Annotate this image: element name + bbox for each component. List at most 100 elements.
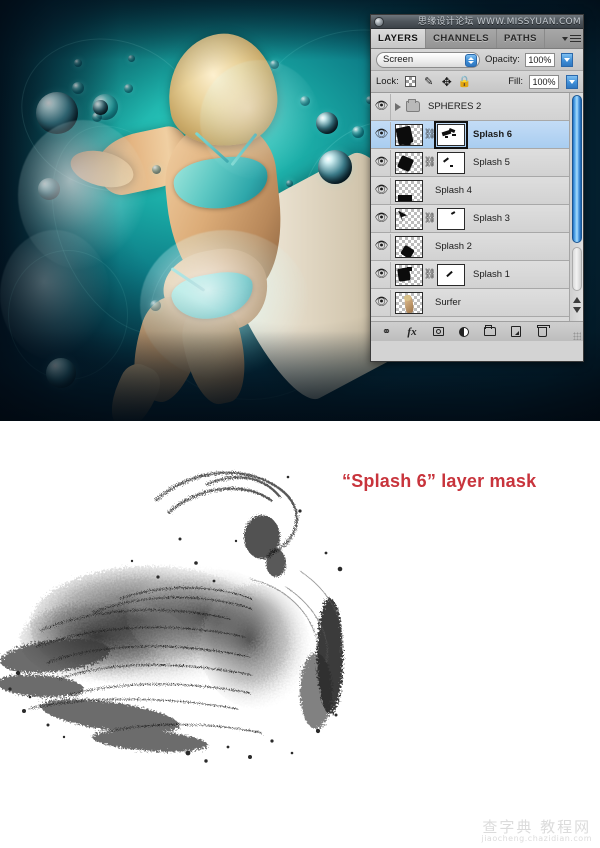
panel-footer-toolbar[interactable]: ⚭ fx xyxy=(371,321,583,341)
lock-transparency-icon[interactable] xyxy=(405,76,417,88)
layer-mask-thumbnail[interactable] xyxy=(437,151,465,174)
visibility-toggle-icon[interactable]: 👁 xyxy=(373,261,391,288)
add-layer-mask-icon[interactable] xyxy=(431,325,445,339)
visibility-toggle-icon[interactable]: 👁 xyxy=(373,121,391,148)
layer-row-splash-4[interactable]: 👁 Splash 4 xyxy=(371,177,583,205)
watermark-bottom-url: jiaocheng.chazidian.com xyxy=(481,834,592,844)
link-mask-icon[interactable]: ⛓ xyxy=(424,152,437,174)
layer-name[interactable]: SPHERES 2 xyxy=(428,101,481,112)
fill-label: Fill: xyxy=(508,76,523,87)
link-mask-icon[interactable]: ⛓ xyxy=(424,264,437,286)
scroll-down-arrow-icon[interactable] xyxy=(573,307,581,313)
link-mask-icon[interactable]: ⛓ xyxy=(424,208,437,230)
water-splash-overlay xyxy=(200,60,320,180)
layer-name[interactable]: Splash 6 xyxy=(473,129,512,140)
layer-thumbnail[interactable] xyxy=(395,291,423,314)
layer-name[interactable]: Splash 3 xyxy=(473,213,510,224)
lock-label: Lock: xyxy=(376,76,399,87)
layers-list[interactable]: 👁 SPHERES 2 👁 ⛓ Splash 6 👁 ⛓ Splash 5 👁 … xyxy=(371,93,583,321)
opacity-input[interactable]: 100% xyxy=(524,52,555,67)
layer-thumbnail[interactable] xyxy=(395,263,423,286)
layer-name[interactable]: Splash 1 xyxy=(473,269,510,280)
splash-mask-artwork xyxy=(0,441,360,781)
scrollbar-track-lower[interactable] xyxy=(572,247,582,291)
tab-strip-spacer xyxy=(544,29,559,48)
layer-row-splash-1[interactable]: 👁 ⛓ Splash 1 xyxy=(371,261,583,289)
bubble xyxy=(352,126,364,138)
layer-thumbnail[interactable] xyxy=(395,207,423,230)
folder-icon xyxy=(406,99,420,112)
fill-input[interactable]: 100% xyxy=(529,74,559,89)
delete-layer-icon[interactable] xyxy=(535,324,550,339)
scroll-up-arrow-icon[interactable] xyxy=(573,297,581,303)
lock-image-icon[interactable]: ✎ xyxy=(423,76,435,88)
photoshop-layers-panel[interactable]: 思缘设计论坛 WWW.MISSYUAN.COM LAYERS CHANNELS … xyxy=(370,14,584,362)
link-mask-icon[interactable]: ⛓ xyxy=(424,124,437,146)
bubble xyxy=(128,55,135,62)
resize-grip-icon[interactable] xyxy=(573,332,581,340)
bubble xyxy=(124,84,133,93)
layers-scrollbar[interactable] xyxy=(569,93,583,321)
lock-all-icon[interactable]: 🔒 xyxy=(458,76,472,88)
group-expand-arrow-icon[interactable] xyxy=(395,102,401,111)
blend-mode-select[interactable]: Screen xyxy=(376,51,480,68)
panel-tab-strip[interactable]: LAYERS CHANNELS PATHS xyxy=(371,29,583,49)
layer-row-splash-6[interactable]: 👁 ⛓ Splash 6 xyxy=(371,120,583,149)
layer-thumbnail[interactable] xyxy=(395,151,423,174)
blend-mode-value: Screen xyxy=(383,54,414,65)
visibility-toggle-icon[interactable]: 👁 xyxy=(373,93,391,120)
visibility-toggle-icon[interactable]: 👁 xyxy=(373,149,391,176)
layer-name[interactable]: Splash 4 xyxy=(435,185,472,196)
new-layer-icon[interactable] xyxy=(509,325,523,339)
blend-mode-stepper-icon[interactable] xyxy=(465,53,477,67)
lock-row[interactable]: Lock: ✎ ✥ 🔒 Fill: 100% xyxy=(371,71,583,93)
opacity-dropdown-icon[interactable] xyxy=(560,52,573,67)
scrollbar-thumb[interactable] xyxy=(572,95,582,243)
tab-channels[interactable]: CHANNELS xyxy=(426,29,498,48)
layer-mask-illustration-section: “Splash 6” layer mask 查字典 教程网 jiaocheng.… xyxy=(0,421,600,848)
layer-name[interactable]: Splash 5 xyxy=(473,157,510,168)
layer-thumbnail[interactable] xyxy=(395,123,423,146)
hamburger-icon xyxy=(569,33,581,44)
screenshot-root: 思缘设计论坛 WWW.MISSYUAN.COM LAYERS CHANNELS … xyxy=(0,0,600,848)
lock-position-icon[interactable]: ✥ xyxy=(441,75,453,89)
visibility-toggle-icon[interactable]: 👁 xyxy=(373,177,391,204)
link-layers-icon[interactable]: ⚭ xyxy=(379,325,393,339)
layer-name[interactable]: Splash 2 xyxy=(435,241,472,252)
layer-row-splash-3[interactable]: 👁 ⛓ Splash 3 xyxy=(371,205,583,233)
layer-style-fx-icon[interactable]: fx xyxy=(405,325,419,339)
layer-row-spheres-2[interactable]: 👁 SPHERES 2 xyxy=(371,93,583,121)
layer-row-surfer[interactable]: 👁 Surfer xyxy=(371,289,583,317)
watermark-top: 思缘设计论坛 WWW.MISSYUAN.COM xyxy=(417,17,581,27)
bubble xyxy=(74,59,82,67)
bubble xyxy=(152,165,161,174)
layer-mask-thumbnail[interactable] xyxy=(437,207,465,230)
layer-row-splash-5[interactable]: 👁 ⛓ Splash 5 xyxy=(371,149,583,177)
caption-text: “Splash 6” layer mask xyxy=(342,471,537,491)
layer-mask-thumbnail[interactable] xyxy=(434,120,468,149)
visibility-toggle-icon[interactable]: 👁 xyxy=(373,205,391,232)
bubble xyxy=(93,100,108,115)
bubble xyxy=(318,150,352,184)
visibility-toggle-icon[interactable]: 👁 xyxy=(373,233,391,260)
fill-dropdown-icon[interactable] xyxy=(566,74,578,89)
bubble xyxy=(72,82,84,94)
tab-layers[interactable]: LAYERS xyxy=(371,29,427,48)
opacity-label: Opacity: xyxy=(485,54,520,65)
visibility-toggle-icon[interactable]: 👁 xyxy=(373,289,391,316)
layer-row-splash-2[interactable]: 👁 Splash 2 xyxy=(371,233,583,261)
blend-mode-row[interactable]: Screen Opacity: 100% xyxy=(371,49,583,71)
panel-menu-icon[interactable] xyxy=(559,29,583,48)
layer-mask-thumbnail[interactable] xyxy=(437,263,465,286)
layer-name[interactable]: Surfer xyxy=(435,297,461,308)
layer-thumbnail[interactable] xyxy=(395,179,423,202)
watermark-bottom: 查字典 教程网 jiaocheng.chazidian.com xyxy=(481,819,592,844)
new-group-icon[interactable] xyxy=(483,325,497,339)
adjustment-layer-icon[interactable] xyxy=(457,325,471,339)
close-button-icon[interactable] xyxy=(374,17,384,27)
layer-thumbnail[interactable] xyxy=(395,235,423,258)
panel-title-bar[interactable]: 思缘设计论坛 WWW.MISSYUAN.COM xyxy=(371,15,583,29)
splash-mask-svg xyxy=(0,471,343,763)
tab-paths[interactable]: PATHS xyxy=(497,29,545,48)
chevron-down-icon xyxy=(561,36,568,41)
